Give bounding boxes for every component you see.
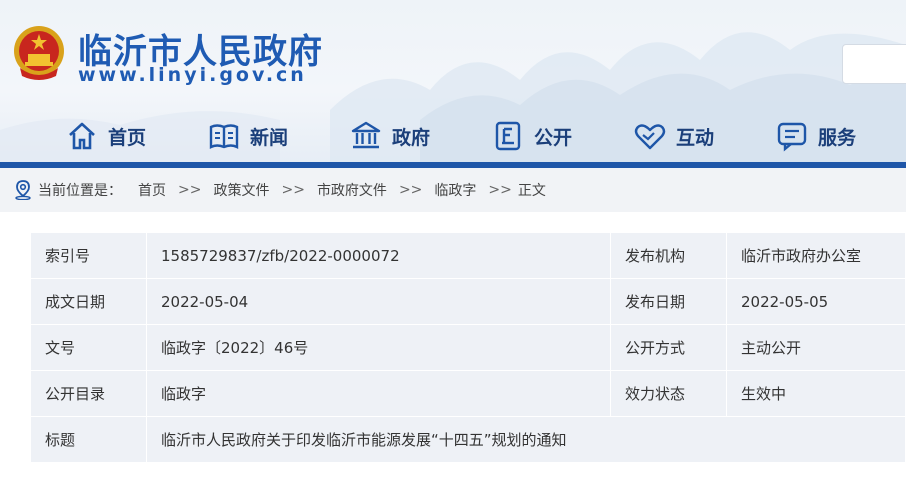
meta-value: 主动公开 xyxy=(726,324,906,371)
meta-key: 发布日期 xyxy=(610,278,727,325)
handshake-heart-icon xyxy=(634,124,666,150)
table-row: 公开目录 临政字 效力状态 生效中 xyxy=(30,370,906,417)
breadcrumb-item-home[interactable]: 首页 xyxy=(138,180,166,200)
breadcrumb-label: 当前位置是： xyxy=(38,183,122,199)
breadcrumb-item-current: 正文 xyxy=(517,183,546,199)
location-pin-icon xyxy=(15,180,31,200)
nav-item-home[interactable]: 首页 xyxy=(66,112,146,160)
breadcrumb-separator: >> xyxy=(488,182,512,198)
nav-item-news[interactable]: 新闻 xyxy=(208,112,288,160)
search-input[interactable] xyxy=(842,44,906,84)
meta-key: 公开目录 xyxy=(30,370,147,417)
government-building-icon xyxy=(351,121,381,149)
nav-item-service[interactable]: 服务 xyxy=(776,112,856,160)
site-header: 临沂市人民政府 www.linyi.gov.cn 首页 新闻 政府 公开 互动 … xyxy=(0,0,906,166)
nav-label-service: 服务 xyxy=(818,126,857,149)
meta-value: 临政字 xyxy=(146,370,611,417)
nav-label-news: 新闻 xyxy=(250,126,289,149)
meta-key: 成文日期 xyxy=(30,278,147,325)
meta-key: 文号 xyxy=(30,324,147,371)
meta-value: 临沂市政府办公室 xyxy=(726,232,906,279)
service-chat-icon xyxy=(777,122,807,152)
meta-value: 生效中 xyxy=(726,370,906,417)
document-meta-table: 索引号 1585729837/zfb/2022-0000072 发布机构 临沂市… xyxy=(30,232,906,463)
table-row: 索引号 1585729837/zfb/2022-0000072 发布机构 临沂市… xyxy=(30,232,906,279)
main-nav: 首页 新闻 政府 公开 互动 服务 xyxy=(0,112,906,160)
public-document-icon xyxy=(495,121,521,151)
nav-label-public: 公开 xyxy=(534,126,573,149)
breadcrumb: 当前位置是： 首页 >> 政策文件 >> 市政府文件 >> 临政字 >> 正文 xyxy=(0,168,906,212)
meta-value: 1585729837/zfb/2022-0000072 xyxy=(146,232,611,279)
breadcrumb-item-category[interactable]: 临政字 xyxy=(434,180,476,200)
meta-key: 公开方式 xyxy=(610,324,727,371)
breadcrumb-separator: >> xyxy=(398,182,423,198)
national-emblem-icon xyxy=(14,26,64,80)
nav-label-interact: 互动 xyxy=(676,126,715,149)
nav-label-home: 首页 xyxy=(108,126,147,149)
site-url[interactable]: www.linyi.gov.cn xyxy=(78,64,307,86)
meta-value: 2022-05-04 xyxy=(146,278,611,325)
nav-item-government[interactable]: 政府 xyxy=(350,112,430,160)
nav-item-public[interactable]: 公开 xyxy=(492,112,572,160)
nav-item-interact[interactable]: 互动 xyxy=(634,112,714,160)
meta-key: 索引号 xyxy=(30,232,147,279)
home-icon xyxy=(69,122,95,150)
meta-key: 标题 xyxy=(30,416,147,463)
table-row: 成文日期 2022-05-04 发布日期 2022-05-05 xyxy=(30,278,906,325)
meta-key: 发布机构 xyxy=(610,232,727,279)
document-title-value: 临沂市人民政府关于印发临沂市能源发展“十四五”规划的通知 xyxy=(146,416,906,463)
meta-key: 效力状态 xyxy=(610,370,727,417)
meta-value: 临政字〔2022〕46号 xyxy=(146,324,611,371)
breadcrumb-separator: >> xyxy=(178,182,202,198)
meta-value: 2022-05-05 xyxy=(726,278,906,325)
breadcrumb-item-city-docs[interactable]: 市政府文件 xyxy=(317,180,387,200)
table-row: 标题 临沂市人民政府关于印发临沂市能源发展“十四五”规划的通知 xyxy=(30,416,906,463)
table-row: 文号 临政字〔2022〕46号 公开方式 主动公开 xyxy=(30,324,906,371)
newspaper-icon xyxy=(209,124,239,149)
nav-label-government: 政府 xyxy=(392,126,431,149)
breadcrumb-separator: >> xyxy=(281,182,305,198)
breadcrumb-item-policy[interactable]: 政策文件 xyxy=(213,180,269,200)
